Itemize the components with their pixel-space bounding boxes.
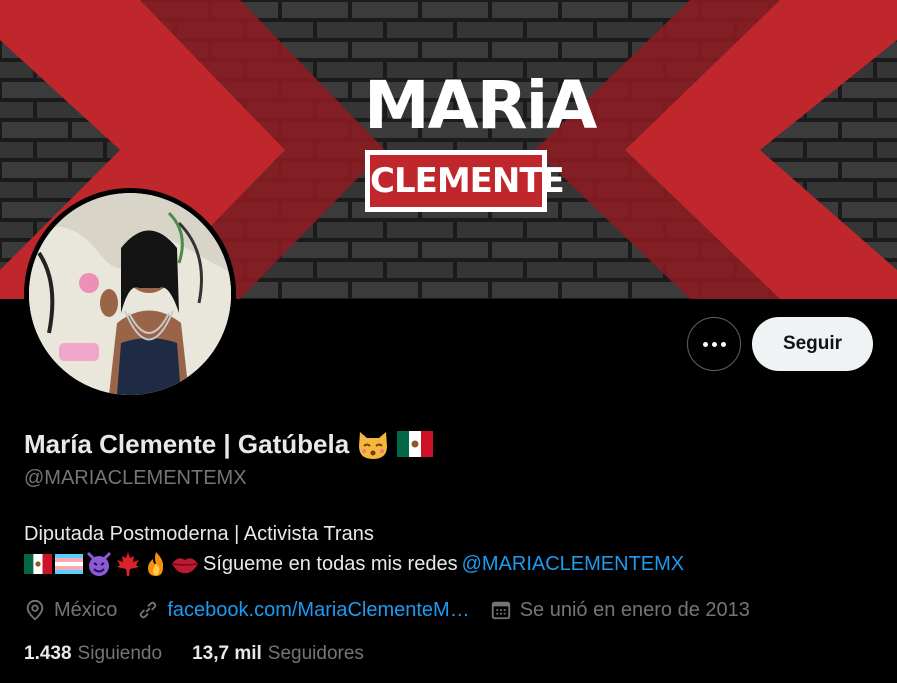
follow-button[interactable]: Seguir [752,317,873,371]
fire-icon [148,552,164,576]
more-options-button[interactable] [687,317,741,371]
location-pin-icon [26,599,44,621]
location: México [24,599,117,622]
followers-link[interactable]: 13,7 mil Seguidores [192,643,364,665]
website-link[interactable]: facebook.com/MariaClementeM… [167,599,469,622]
logo-text-top: MARiA [364,67,597,144]
logo-text-bottom: CLEMENTE [370,155,565,207]
banner-logo: MARiA CLEMENTE [364,66,597,216]
bio-emojis [24,551,199,577]
following-link[interactable]: 1.438 Siguiendo [24,643,162,665]
lips-icon [172,558,198,574]
link-icon [140,601,157,619]
mexico-flag-icon [397,431,434,457]
smiling-devil-icon [86,551,112,576]
followers-count: 13,7 mil [192,643,262,664]
bio-mention-link[interactable]: @MARIACLEMENTEMX [462,549,685,579]
following-label: Siguiendo [77,643,163,664]
website: facebook.com/MariaClementeM… [137,599,470,622]
more-dots-icon [702,341,726,347]
profile-handle: @MARIACLEMENTEMX [24,467,247,489]
following-count: 1.438 [24,643,72,664]
bio: Diputada Postmoderna | Activista Trans S… [24,519,884,579]
name-row: María Clemente | Gatúbela [24,424,434,464]
join-date: Se unió en enero de 2013 [490,599,750,622]
profile-meta: México facebook.com/MariaClementeM… Se u… [24,594,770,626]
calendar-icon [491,601,510,620]
trans-flag-icon [55,554,83,574]
avatar-photo [29,193,231,395]
mexico-flag-icon [24,554,52,574]
logo-box: CLEMENTE [365,150,565,212]
followers-label: Seguidores [267,643,364,664]
join-date-text: Se unió en enero de 2013 [519,598,750,621]
display-name: María Clemente | Gatúbela [24,428,350,459]
maple-leaf-icon [117,552,139,576]
avatar[interactable] [24,188,236,400]
kissing-cat-icon [359,432,388,459]
follow-stats: 1.438 Siguiendo 13,7 mil Seguidores [24,643,364,665]
bio-text: Sígueme en todas mis redes [203,553,458,575]
location-text: México [54,598,118,621]
bio-line-2: Sígueme en todas mis redes @MARIACLEMENT… [24,549,884,579]
bio-line-1: Diputada Postmoderna | Activista Trans [24,523,374,545]
